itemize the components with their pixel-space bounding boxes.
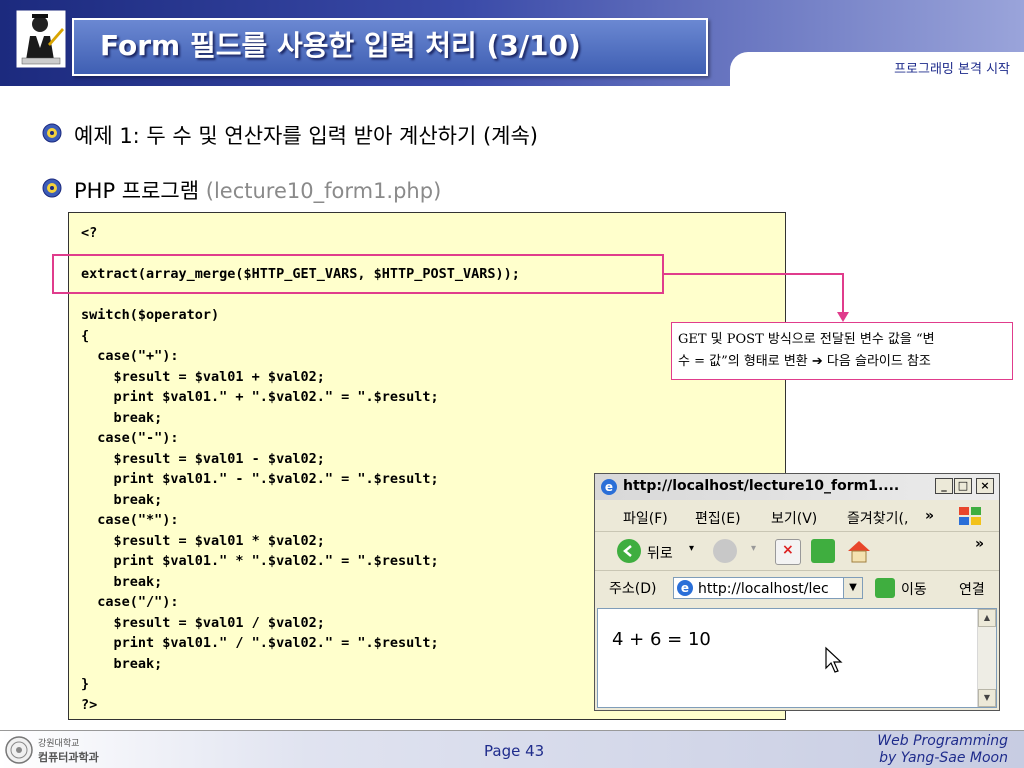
maximize-button[interactable]: □ [954, 478, 972, 494]
code-line: print $val01." - ".$val02." = ".$result; [81, 471, 439, 487]
menu-favorites[interactable]: 즐겨찾기(, [847, 508, 908, 528]
footer-course: Web Programming [877, 733, 1008, 749]
go-arrow-icon[interactable] [875, 578, 895, 598]
back-dropdown-icon[interactable]: ▾ [689, 543, 694, 554]
code-line: break; [81, 655, 163, 672]
calculation-result: 4 + 6 = 10 [612, 629, 711, 650]
page-icon: e [677, 580, 693, 596]
code-line: switch($operator) [81, 307, 220, 323]
scroll-down-icon[interactable]: ▼ [978, 689, 996, 707]
footer-author: by Yang-Sae Moon [879, 750, 1008, 766]
code-line: case("*"): [81, 512, 179, 528]
code-line: } [81, 676, 90, 692]
bullet-example-text: 예제 1: 두 수 및 연산자를 입력 받아 계산하기 (계속) [74, 124, 538, 148]
menu-view[interactable]: 보기(V) [771, 508, 817, 528]
browser-title: http://localhost/lecture10_form1.... [623, 478, 900, 494]
vertical-scrollbar[interactable]: ▲ ▼ [977, 609, 996, 707]
stop-icon[interactable]: × [775, 539, 801, 565]
ie-logo-icon: e [601, 479, 617, 495]
browser-addressbar: 주소(D) e http://localhost/lec ▼ 이동 연결 [595, 571, 999, 605]
forward-arrow-icon[interactable] [713, 539, 737, 563]
code-line: break; [81, 491, 163, 508]
bullet-example: 예제 1: 두 수 및 연산자를 입력 받아 계산하기 (계속) [74, 120, 538, 150]
code-line: { [81, 327, 90, 344]
code-line: case("-"): [81, 430, 179, 446]
code-line: <? [81, 225, 98, 241]
code-line: break; [81, 409, 163, 426]
browser-toolbar: 뒤로 ▾ ▾ × » [595, 532, 999, 571]
slide-title: Form 필드를 사용한 입력 처리 (3/10) [100, 29, 581, 62]
toolbar-more-chevron-icon[interactable]: » [975, 536, 984, 552]
bullet-emblem-icon [42, 123, 62, 143]
home-icon[interactable] [845, 538, 873, 564]
code-line: ?> [81, 696, 98, 713]
back-label[interactable]: 뒤로 [647, 543, 673, 563]
code-line: $result = $val01 / $val02; [81, 614, 325, 631]
callout-note: GET 및 POST 방식으로 전달된 변수 값을 “변 수 = 값”의 형태로… [671, 322, 1013, 380]
close-button[interactable]: × [976, 478, 994, 494]
browser-content: 4 + 6 = 10 ▲ ▼ [597, 608, 997, 708]
bullet-php-text: PHP 프로그램 [74, 179, 206, 203]
callout-note-line1: GET 및 POST 방식으로 전달된 변수 값을 “변 [678, 332, 935, 347]
go-button[interactable]: 이동 [901, 579, 927, 599]
refresh-icon[interactable] [811, 539, 835, 563]
minimize-button[interactable]: _ [935, 478, 953, 494]
bullet-php-filename: (lecture10_form1.php) [205, 179, 442, 203]
footer-logo-dept: 컴퓨터과학과 [38, 751, 99, 764]
windows-flag-icon [959, 507, 981, 525]
address-label: 주소(D) [609, 581, 657, 597]
callout-note-line2: 수 = 값”의 형태로 변환 ➔ 다음 슬라이드 참조 [678, 354, 931, 369]
address-dropdown-icon[interactable]: ▼ [843, 578, 862, 598]
code-line: print $val01." * ".$val02." = ".$result; [81, 553, 439, 569]
address-value: http://localhost/lec [698, 581, 829, 597]
menu-file[interactable]: 파일(F) [623, 508, 668, 528]
scroll-up-icon[interactable]: ▲ [978, 609, 996, 627]
forward-dropdown-icon[interactable]: ▾ [751, 543, 756, 554]
code-highlight-box [52, 254, 664, 294]
code-line: case("/"): [81, 594, 179, 610]
arrow-down-icon [837, 312, 849, 322]
university-seal-icon [5, 736, 33, 764]
footer-divider [0, 730, 1024, 731]
connector-line [842, 273, 844, 313]
slide-subtitle: 프로그래밍 본격 시작 [894, 62, 1010, 77]
browser-menubar: 파일(F) 편집(E) 보기(V) 즐겨찾기(, » [595, 501, 999, 532]
arrow-right-icon: ➔ [811, 354, 823, 369]
menu-edit[interactable]: 편집(E) [695, 508, 741, 528]
code-line: break; [81, 573, 163, 590]
menu-more-chevron-icon[interactable]: » [925, 508, 934, 524]
bullet-emblem-icon [42, 178, 62, 198]
links-button[interactable]: 연결 [959, 579, 985, 599]
address-input[interactable]: e http://localhost/lec ▼ [673, 577, 863, 599]
code-line: case("+"): [81, 348, 179, 364]
code-line: $result = $val01 + $val02; [81, 368, 325, 385]
code-line: $result = $val01 * $val02; [81, 532, 325, 549]
code-line: $result = $val01 - $val02; [81, 450, 325, 467]
connector-line [664, 273, 843, 275]
professor-logo-icon [15, 9, 67, 69]
browser-titlebar[interactable]: e http://localhost/lecture10_form1.... _… [595, 474, 999, 500]
browser-window[interactable]: e http://localhost/lecture10_form1.... _… [594, 473, 1000, 711]
bullet-php-program: PHP 프로그램 (lecture10_form1.php) [74, 175, 441, 205]
code-line: print $val01." + ".$val02." = ".$result; [81, 389, 439, 405]
mouse-cursor-icon [825, 646, 843, 673]
page-number: Page 43 [484, 742, 545, 760]
footer-logo: 강원대학교 컴퓨터과학과 [4, 733, 104, 765]
code-line: print $val01." / ".$val02." = ".$result; [81, 635, 439, 651]
footer-logo-univ: 강원대학교 [38, 739, 80, 749]
